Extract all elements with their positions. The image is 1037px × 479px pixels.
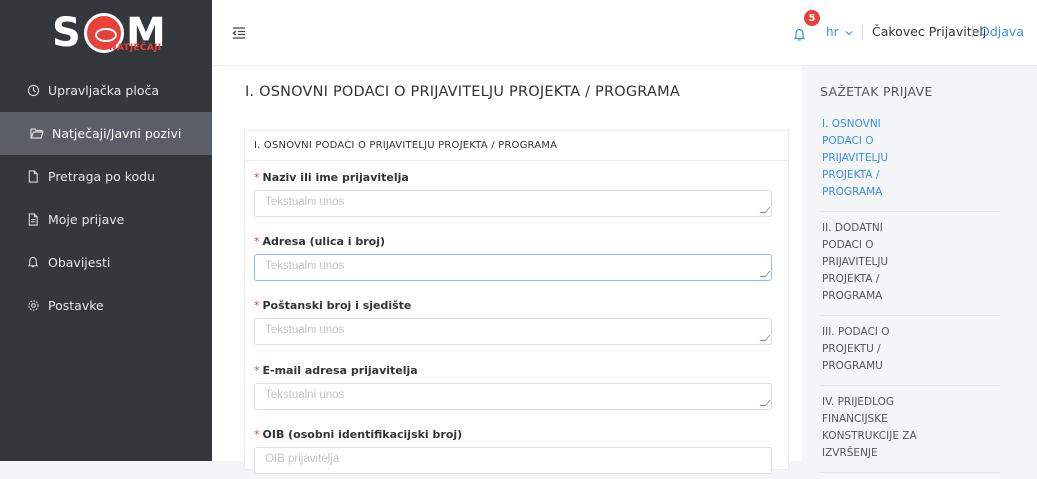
resize-handle-icon[interactable] <box>759 400 771 406</box>
summary-item-label: I. OSNOVNI PODACI O PRIJAVITELJU PROJEKT… <box>822 118 889 198</box>
language-selector[interactable]: hr <box>826 25 853 39</box>
logo-letter-s: S <box>52 10 81 56</box>
app-logo[interactable]: S M NATJEČAJI <box>46 10 166 56</box>
summary-item-label: IV. PRIJEDLOG FINANCIJSKE KONSTRUKCIJE Z… <box>822 396 917 459</box>
sidebar-item-label: Postavke <box>48 298 104 313</box>
sidebar-item-notifications[interactable]: Obavijesti <box>0 241 212 284</box>
gauge-icon <box>26 84 40 98</box>
divider <box>972 25 973 40</box>
sidebar-item-label: Upravljačka ploča <box>48 83 159 98</box>
sidebar: S M NATJEČAJI Upravljačka ploča Natječaj… <box>0 0 212 461</box>
field-label-text: Adresa (ulica i broj) <box>262 235 386 248</box>
chevron-down-icon <box>845 25 853 39</box>
sidebar-item-my-applications[interactable]: Moje prijave <box>0 198 212 241</box>
notification-count-badge: 5 <box>804 10 820 26</box>
form-field-postal-code: * Poštanski broj i sjedište Tekstualni un… <box>254 299 772 345</box>
sidebar-item-label: Pretraga po kodu <box>48 169 155 184</box>
user-name: Čakovec Prijavitelj <box>872 24 987 39</box>
summary-item-section-1[interactable]: I. OSNOVNI PODACI O PRIJAVITELJU PROJEKT… <box>820 114 1000 212</box>
form-field-applicant-name: * Naziv ili ime prijavitelja Tekstualni u… <box>254 171 772 217</box>
bell-icon <box>26 256 40 270</box>
summary-item-label: II. DODATNI PODACI O PRIJAVITELJU PROJEK… <box>822 222 889 302</box>
sidebar-item-label: Obavijesti <box>48 255 111 270</box>
address-input[interactable]: Tekstualni unos <box>254 254 772 281</box>
required-asterisk: * <box>254 299 260 312</box>
required-asterisk: * <box>254 171 260 184</box>
top-bar: 5 hr Čakovec Prijavitelj Odjava <box>212 0 1037 66</box>
application-summary-panel: SAŽETAK PRIJAVE I. OSNOVNI PODACI O PRIJ… <box>802 66 1037 473</box>
form-card: I. OSNOVNI PODACI O PRIJAVITELJU PROJEKT… <box>244 130 789 474</box>
resize-handle-icon[interactable] <box>759 335 771 341</box>
field-label: * Adresa (ulica i broj) <box>254 235 772 251</box>
summary-title: SAŽETAK PRIJAVE <box>820 84 933 99</box>
required-asterisk: * <box>254 235 260 248</box>
field-label-text: E-mail adresa prijavitelja <box>262 364 418 377</box>
sidebar-item-label: Natječaji/Javni pozivi <box>52 126 182 141</box>
postal-code-input[interactable]: Tekstualni unos <box>254 318 772 345</box>
card-title: I. OSNOVNI PODACI O PRIJAVITELJU PROJEKT… <box>245 131 788 161</box>
field-label: * Naziv ili ime prijavitelja <box>254 171 772 187</box>
folder-open-icon <box>30 127 44 141</box>
form-field-oib: * OIB (osobni identifikacijski broj) OIB … <box>254 428 772 474</box>
logo-area: S M NATJEČAJI <box>0 0 212 66</box>
field-label: * E-mail adresa prijavitelja <box>254 364 772 380</box>
document-icon <box>26 170 40 184</box>
document-list-icon <box>26 213 40 227</box>
placeholder-text: Tekstualni unos <box>265 389 345 401</box>
placeholder-text: Tekstualni unos <box>265 260 345 272</box>
sidebar-nav: Upravljačka ploča Natječaji/Javni pozivi… <box>0 69 212 327</box>
required-asterisk: * <box>254 364 260 377</box>
summary-item-section-2[interactable]: II. DODATNI PODACI O PRIJAVITELJU PROJEK… <box>820 218 1000 316</box>
field-label: * OIB (osobni identifikacijski broj) <box>254 428 772 444</box>
sidebar-item-search-by-code[interactable]: Pretraga po kodu <box>0 155 212 198</box>
form-field-address: * Adresa (ulica i broj) Tekstualni unos <box>254 235 772 281</box>
required-asterisk: * <box>254 428 260 441</box>
applicant-name-input[interactable]: Tekstualni unos <box>254 190 772 217</box>
sidebar-item-dashboard[interactable]: Upravljačka ploča <box>0 69 212 112</box>
placeholder-text: Tekstualni unos <box>265 196 345 208</box>
form-field-email: * E-mail adresa prijavitelja Tekstualni u… <box>254 364 772 410</box>
logo-subtitle: NATJEČAJI <box>109 43 162 53</box>
sidebar-item-settings[interactable]: Postavke <box>0 284 212 327</box>
language-value: hr <box>826 25 839 39</box>
summary-item-section-3[interactable]: III. PODACI O PROJEKTU / PROGRAMU <box>820 322 1000 386</box>
gear-icon <box>26 299 40 313</box>
main-content: I. OSNOVNI PODACI O PRIJAVITELJU PROJEKT… <box>212 66 802 474</box>
placeholder-text: OIB prijavitelja <box>265 453 340 465</box>
email-input[interactable]: Tekstualni unos <box>254 383 772 410</box>
divider <box>862 25 863 40</box>
field-label-text: Naziv ili ime prijavitelja <box>262 171 409 184</box>
summary-list: I. OSNOVNI PODACI O PRIJAVITELJU PROJEKT… <box>820 114 1000 479</box>
page-title: I. OSNOVNI PODACI O PRIJAVITELJU PROJEKT… <box>245 84 680 100</box>
field-label: * Poštanski broj i sjedište <box>254 299 772 315</box>
sidebar-item-label: Moje prijave <box>48 212 125 227</box>
field-label-text: Poštanski broj i sjedište <box>262 299 412 312</box>
menu-collapse-icon[interactable] <box>232 25 246 39</box>
summary-item-label: III. PODACI O PROJEKTU / PROGRAMU <box>822 326 890 372</box>
resize-handle-icon[interactable] <box>759 207 771 213</box>
placeholder-text: Tekstualni unos <box>265 324 345 336</box>
field-label-text: OIB (osobni identifikacijski broj) <box>262 428 463 441</box>
notification-bell-icon[interactable] <box>793 27 807 41</box>
logout-link[interactable]: Odjava <box>980 24 1024 39</box>
resize-handle-icon[interactable] <box>759 271 771 277</box>
sidebar-item-tenders[interactable]: Natječaji/Javni pozivi <box>0 112 212 155</box>
